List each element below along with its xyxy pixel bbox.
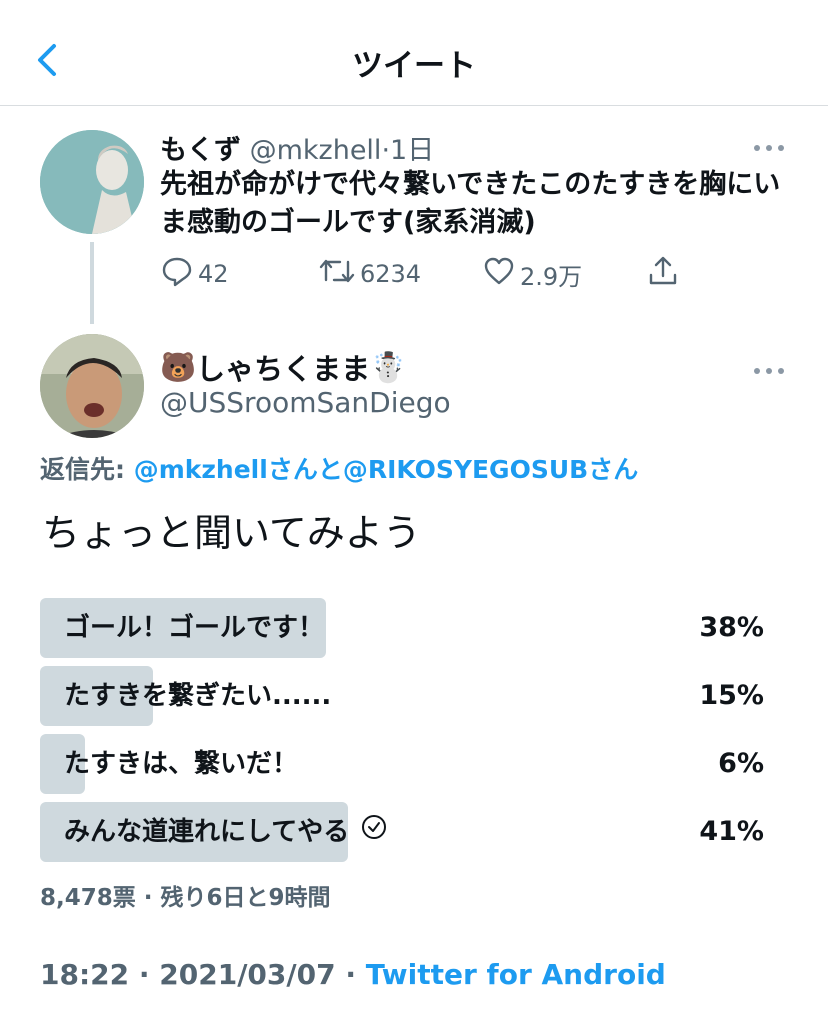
author-name: しゃちくまま: [196, 352, 371, 386]
more-options-icon[interactable]: [752, 361, 786, 374]
author-name[interactable]: もくず: [160, 135, 241, 166]
poll-option-percent: 15%: [699, 680, 764, 711]
poll-option-label-row: みんな道連れにしてやる: [64, 802, 387, 862]
retweet-button[interactable]: 6234: [318, 254, 421, 294]
author-handle[interactable]: @mkzhell: [250, 135, 382, 166]
poll-option: たすきは、繋いだ！ 6%: [40, 734, 770, 794]
poll-option-label: みんな道連れにしてやる: [64, 817, 350, 847]
separator: ·: [381, 135, 391, 166]
snowman-emoji: ☃️: [370, 349, 407, 384]
timestamp[interactable]: 18:22 · 2021/03/07 ·: [40, 958, 366, 991]
avatar[interactable]: [40, 130, 144, 234]
reply-button[interactable]: 42: [160, 254, 229, 294]
reply-count: 42: [198, 260, 229, 288]
author-name-row[interactable]: 🐻 しゃちくまま ☃️: [160, 346, 406, 388]
like-count: 2.9万: [520, 262, 583, 291]
poll-option-label: ゴール！ゴールです！: [64, 613, 325, 643]
top-bar: ツイート: [0, 0, 828, 106]
avatar[interactable]: [40, 334, 144, 438]
poll-option-label: たすきは、繋いだ！: [64, 749, 299, 779]
author-handle[interactable]: @USSroomSanDiego: [160, 386, 451, 419]
share-button[interactable]: [646, 254, 684, 294]
check-circle-icon: [361, 802, 387, 862]
tweet-text: 先祖が命がけで代々繋いできたこのたすきを胸にいま感動のゴールです(家系消滅): [160, 169, 781, 238]
action-bar: 42 6234 2.9万: [160, 254, 700, 294]
poll-option-percent: 38%: [699, 612, 764, 643]
bear-emoji: 🐻: [160, 349, 197, 384]
poll-meta: 8,478票 · 残り6日と9時間: [40, 885, 331, 911]
poll-option-label: たすきを繋ぎたい......: [64, 681, 332, 711]
more-options-icon[interactable]: [752, 138, 786, 151]
poll-option: みんな道連れにしてやる 41%: [40, 802, 770, 862]
reply-icon: [160, 254, 198, 294]
like-button[interactable]: 2.9万: [482, 254, 582, 294]
heart-icon: [482, 254, 520, 294]
tweet-text: ちょっと聞いてみよう: [42, 511, 421, 555]
tweet1-header: もくず @mkzhell·1日: [160, 128, 434, 167]
retweet-count: 6234: [360, 260, 422, 288]
poll-option: たすきを繋ぎたい...... 15%: [40, 666, 770, 726]
retweet-icon: [318, 254, 360, 294]
poll-option-percent: 6%: [718, 748, 764, 779]
reply-prefix: 返信先:: [40, 455, 134, 484]
tweet-time[interactable]: 1日: [390, 135, 434, 166]
poll-option: ゴール！ゴールです！ 38%: [40, 598, 770, 658]
tweet-footer: 18:22 · 2021/03/07 · Twitter for Android: [40, 958, 666, 991]
reply-context: 返信先: @mkzhellさんと@RIKOSYEGOSUBさん: [40, 450, 638, 486]
page-title: ツイート: [352, 48, 476, 84]
reply-to-link[interactable]: @mkzhellさんと@RIKOSYEGOSUBさん: [134, 455, 639, 484]
source-link[interactable]: Twitter for Android: [366, 958, 666, 991]
poll-option-percent: 41%: [699, 816, 764, 847]
share-icon: [646, 254, 684, 294]
thread-connector: [90, 242, 94, 324]
